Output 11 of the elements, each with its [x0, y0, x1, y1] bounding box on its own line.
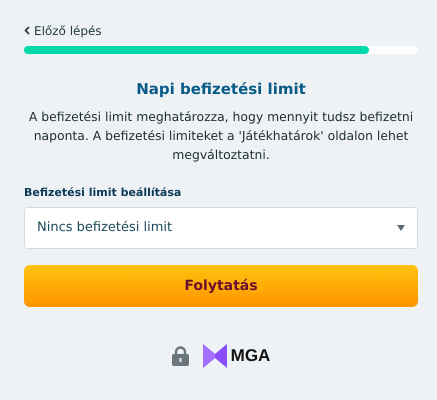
field-label: Befizetési limit beállítása [24, 184, 182, 200]
mga-logo-icon [202, 344, 227, 368]
page-title: Napi befizetési limit [135, 79, 307, 100]
chevron-left-icon [24, 26, 30, 35]
mga-text: MGA [230, 345, 270, 367]
dropdown-caret-icon [397, 225, 405, 231]
limit-select[interactable]: Nincs befizetési limit [24, 207, 418, 249]
continue-button[interactable]: Folytatás [24, 265, 418, 307]
description-text: A befizetési limit meghatározza, hogy mennyit tudsz befizetni naponta. A befizetési limiteket a 'Játékhatárok' oldalon lehet megváltoztatni. [28, 108, 414, 164]
lock-icon [172, 346, 189, 366]
back-link[interactable]: Előző lépés [24, 22, 102, 40]
